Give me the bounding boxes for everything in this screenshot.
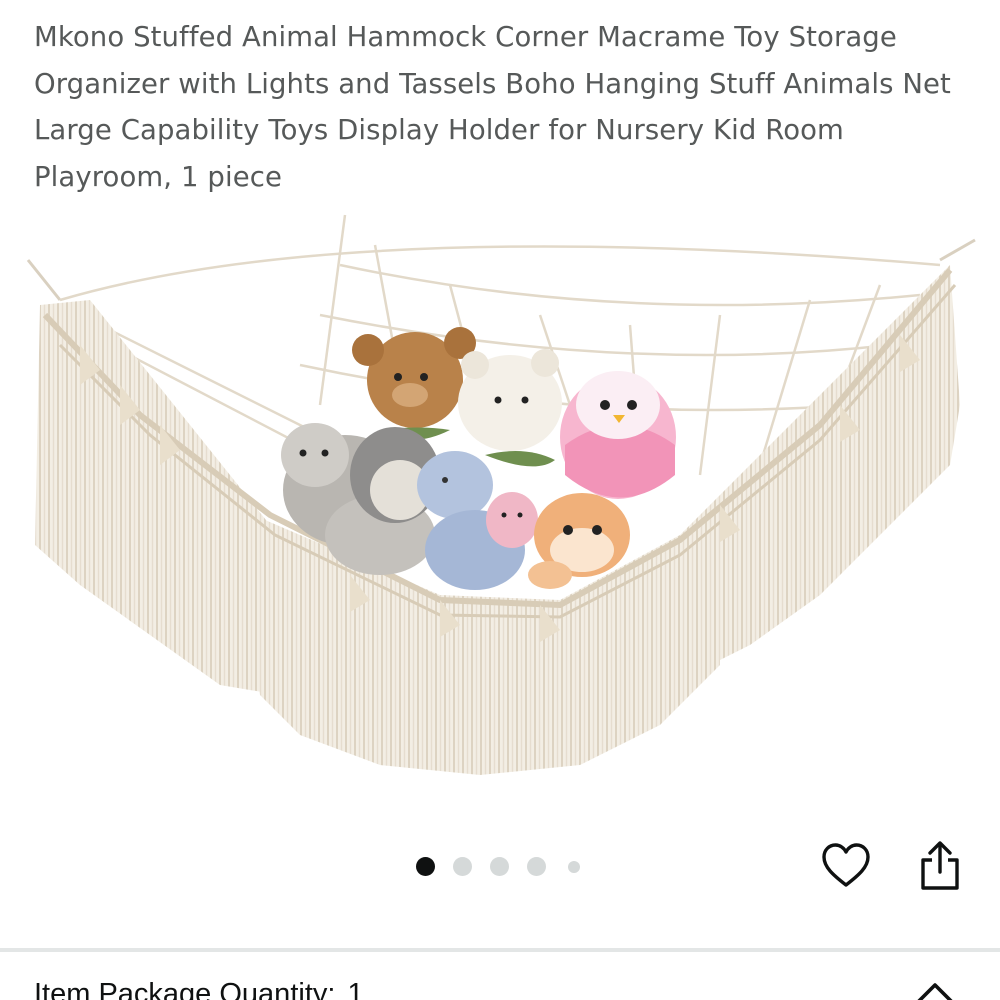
carousel-dot-5[interactable] bbox=[568, 861, 580, 873]
quantity-label: Item Package Quantity: bbox=[34, 978, 336, 1000]
carousel-dot-1[interactable] bbox=[416, 857, 435, 876]
share-icon bbox=[921, 841, 959, 890]
carousel-dot-4[interactable] bbox=[527, 857, 546, 876]
share-button[interactable] bbox=[912, 838, 968, 894]
quantity-text: Item Package Quantity: 1 bbox=[34, 978, 364, 1000]
carousel-dot-3[interactable] bbox=[490, 857, 509, 876]
chevron-up-icon[interactable] bbox=[912, 980, 958, 1000]
carousel-dot-2[interactable] bbox=[453, 857, 472, 876]
quantity-value: 1 bbox=[347, 978, 364, 1000]
item-package-quantity-row[interactable]: Item Package Quantity: 1 bbox=[0, 952, 1000, 1000]
heart-outline-icon bbox=[822, 843, 870, 887]
product-image[interactable] bbox=[20, 205, 980, 795]
favorite-button[interactable] bbox=[818, 838, 874, 894]
product-title: Mkono Stuffed Animal Hammock Corner Macr… bbox=[34, 21, 951, 193]
